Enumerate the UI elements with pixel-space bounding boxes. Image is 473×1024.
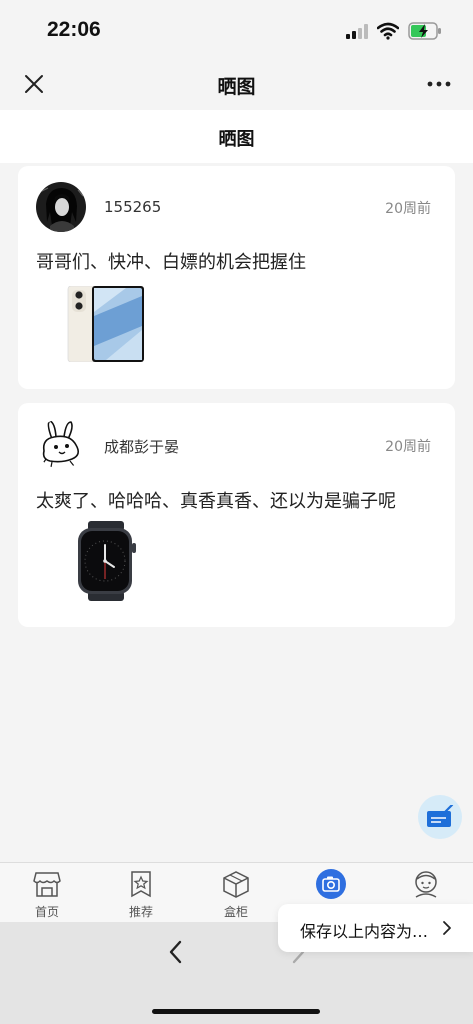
post-card[interactable]: 成都彭于晏 20周前 太爽了、哈哈哈、真香真香、还以为是骗子呢 bbox=[18, 403, 455, 627]
box-icon bbox=[223, 871, 249, 898]
tab-recommend[interactable]: 推荐 bbox=[111, 869, 171, 923]
username: 成都彭于晏 bbox=[104, 438, 180, 456]
edit-post-icon bbox=[427, 805, 454, 827]
post-text: 太爽了、哈哈哈、真香真香、还以为是骗子呢 bbox=[36, 491, 396, 512]
tab-label: 盒柜 bbox=[223, 905, 248, 919]
post-text: 哥哥们、快冲、白嫖的机会把握住 bbox=[36, 252, 306, 273]
status-bar: 22:06 bbox=[0, 0, 473, 62]
user-face-icon bbox=[415, 871, 437, 898]
avatar[interactable] bbox=[36, 419, 86, 469]
back-arrow-icon[interactable] bbox=[166, 940, 186, 964]
shop-icon bbox=[33, 872, 61, 897]
camera-icon bbox=[316, 869, 346, 899]
tab-box[interactable]: 盒柜 bbox=[206, 869, 266, 923]
chevron-right-icon bbox=[443, 921, 451, 935]
tab-label: 首页 bbox=[34, 905, 59, 919]
save-content-label: 保存以上内容为… bbox=[300, 922, 429, 941]
wifi-icon bbox=[377, 22, 399, 40]
page-title: 晒图 bbox=[218, 129, 255, 150]
floating-post-button[interactable] bbox=[418, 795, 462, 839]
tab-home[interactable]: 首页 bbox=[17, 869, 77, 923]
battery-charging-icon bbox=[408, 22, 441, 40]
post-time: 20周前 bbox=[385, 439, 431, 455]
post-image-watch[interactable] bbox=[74, 521, 138, 601]
post-image-phone[interactable] bbox=[66, 286, 146, 362]
post-card[interactable]: 155265 20周前 哥哥们、快冲、白嫖的机会把握住 bbox=[18, 166, 455, 389]
star-badge-icon bbox=[131, 871, 151, 898]
status-time: 22:06 bbox=[47, 18, 101, 41]
page-header: 晒图 bbox=[0, 110, 473, 163]
nav-title: 晒图 bbox=[217, 76, 256, 98]
avatar[interactable] bbox=[36, 182, 86, 232]
signal-icon bbox=[346, 24, 368, 39]
home-indicator[interactable] bbox=[152, 1009, 320, 1014]
post-time: 20周前 bbox=[385, 201, 431, 217]
more-icon[interactable] bbox=[427, 80, 451, 88]
tab-label: 推荐 bbox=[128, 905, 153, 919]
username: 155265 bbox=[104, 198, 162, 216]
save-content-button[interactable]: 保存以上内容为… bbox=[278, 904, 473, 952]
nav-bar: 晒图 bbox=[0, 62, 473, 110]
